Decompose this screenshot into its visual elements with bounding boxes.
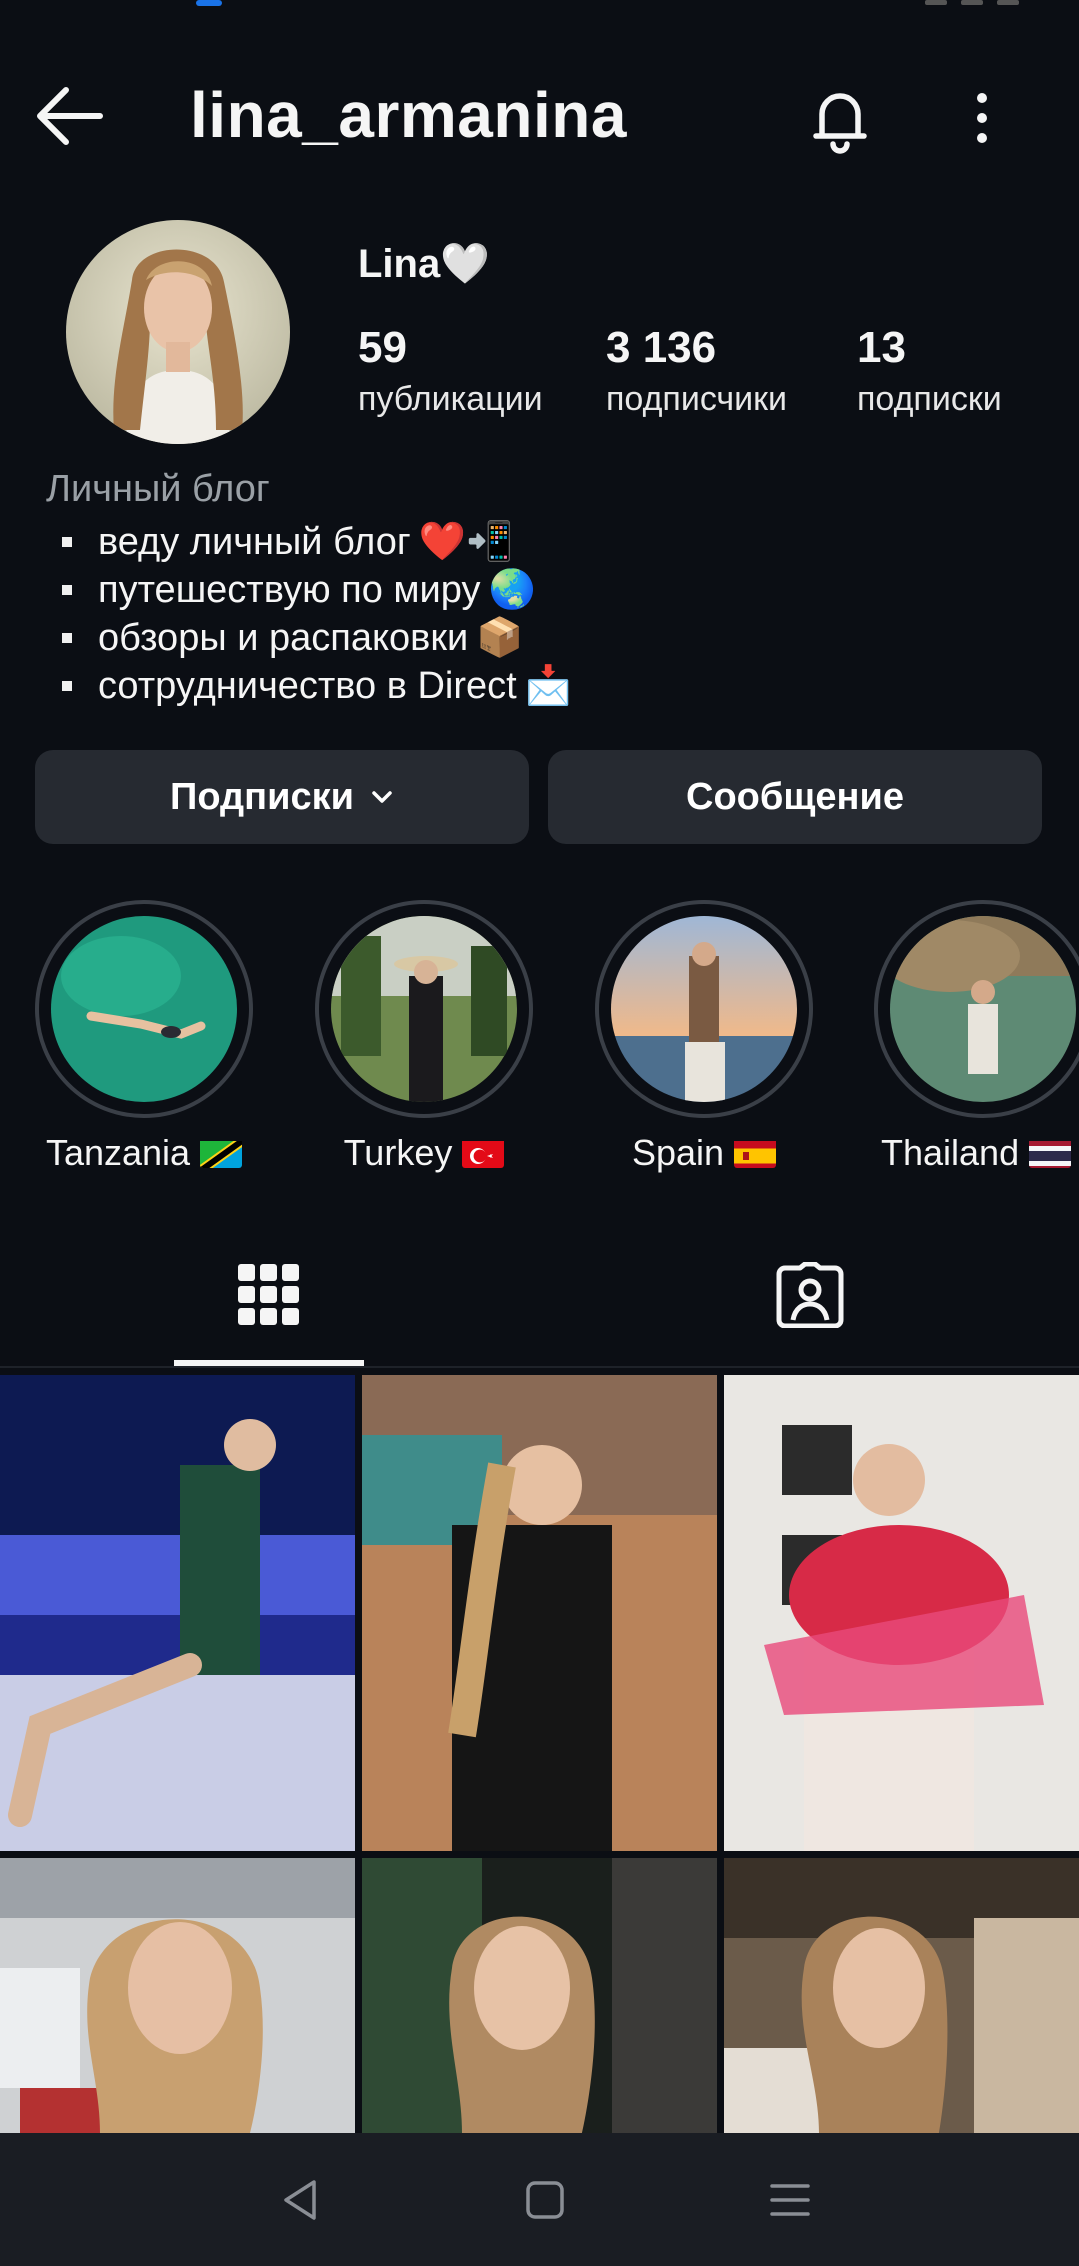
home-square-icon[interactable] [515, 2170, 575, 2230]
chevron-down-icon [372, 791, 392, 803]
bio-line: обзоры и распаковки 📦 [62, 614, 1062, 662]
bell-icon[interactable] [800, 78, 880, 158]
post-thumbnail[interactable] [0, 1375, 355, 1851]
highlight-ring [315, 900, 533, 1118]
bio-emoji: 🌏 [488, 569, 536, 611]
stat-label: подписчики [606, 380, 788, 418]
turkey-flag-icon [462, 1138, 505, 1168]
highlight-ring [595, 900, 813, 1118]
stat-value: 3 136 [606, 323, 717, 372]
highlight-ring [35, 900, 253, 1118]
bio-emoji: 📩 [524, 665, 573, 707]
highlight-thumbnail [331, 916, 517, 1102]
highlight-label: Spain [592, 1132, 816, 1174]
highlight-label: Turkey [312, 1132, 536, 1174]
bio-emoji: ❤️📲 [418, 521, 514, 563]
stat-value: 13 [857, 323, 906, 372]
post-thumbnail[interactable] [362, 1858, 717, 2133]
highlight-label: Thailand [871, 1132, 1079, 1174]
status-icons [925, 0, 1019, 6]
following-button-label: Подписки [170, 775, 354, 818]
highlight-label-text: Spain [631, 1132, 725, 1173]
posts-count-stat[interactable]: 59 публикации [358, 320, 543, 422]
bio-text: путешествую по миру [98, 569, 481, 611]
back-arrow-icon[interactable] [30, 80, 110, 152]
post-thumbnail[interactable] [0, 1858, 355, 2133]
highlight-thumbnail [51, 916, 237, 1102]
highlight-thailand[interactable]: Thailand [871, 900, 1079, 1174]
bio-line: путешествую по миру 🌏 [62, 566, 1062, 614]
profile-category: Личный блог [46, 468, 270, 510]
message-button[interactable]: Сообщение [548, 750, 1042, 844]
bio-text: веду личный блог [98, 521, 411, 563]
bio-emoji: 📦 [476, 617, 524, 659]
back-triangle-icon[interactable] [270, 2170, 330, 2230]
tagged-icon [776, 1262, 844, 1328]
stat-label: публикации [358, 380, 543, 418]
notification-indicator [196, 0, 222, 6]
highlight-thumbnail [890, 916, 1076, 1102]
tab-posts-grid[interactable] [174, 1230, 364, 1360]
status-bar [0, 0, 1079, 20]
highlight-spain[interactable]: Spain [592, 900, 816, 1174]
thailand-flag-icon [1029, 1138, 1072, 1168]
highlight-label-text: Turkey [343, 1132, 453, 1173]
tab-tagged[interactable] [720, 1230, 900, 1360]
highlight-label-text: Tanzania [45, 1132, 191, 1173]
highlight-thumbnail [611, 916, 797, 1102]
bio-text: обзоры и распаковки [98, 617, 469, 659]
spain-flag-icon [734, 1138, 777, 1168]
tanzania-flag-icon [200, 1138, 243, 1168]
message-button-label: Сообщение [686, 775, 904, 818]
stat-label: подписки [857, 380, 1002, 418]
divider [0, 1366, 1079, 1368]
following-count-stat[interactable]: 13 подписки [857, 320, 1002, 422]
highlight-ring [874, 900, 1079, 1118]
highlight-label: Tanzania [32, 1132, 256, 1174]
profile-bio: веду личный блог ❤️📲 путешествую по миру 🌏… [62, 518, 1062, 710]
profile-avatar[interactable] [66, 220, 290, 444]
highlight-turkey[interactable]: Turkey [312, 900, 536, 1174]
bio-line: веду личный блог ❤️📲 [62, 518, 1062, 566]
stat-value: 59 [358, 323, 407, 372]
highlight-tanzania[interactable]: Tanzania [32, 900, 256, 1174]
display-name: Lina🤍 [358, 242, 491, 286]
post-thumbnail[interactable] [724, 1858, 1079, 2133]
highlight-label-text: Thailand [881, 1132, 1020, 1173]
following-button[interactable]: Подписки [35, 750, 529, 844]
recents-menu-icon[interactable] [760, 2170, 820, 2230]
followers-count-stat[interactable]: 3 136 подписчики [606, 320, 787, 422]
bio-text: сотрудничество в Direct [98, 665, 517, 707]
bio-line: сотрудничество в Direct 📩 [62, 662, 1062, 710]
post-thumbnail[interactable] [724, 1375, 1079, 1851]
grid-icon [238, 1264, 299, 1325]
post-thumbnail[interactable] [362, 1375, 717, 1851]
more-options-icon[interactable] [950, 80, 1014, 160]
profile-username: lina_armanina [190, 79, 627, 151]
